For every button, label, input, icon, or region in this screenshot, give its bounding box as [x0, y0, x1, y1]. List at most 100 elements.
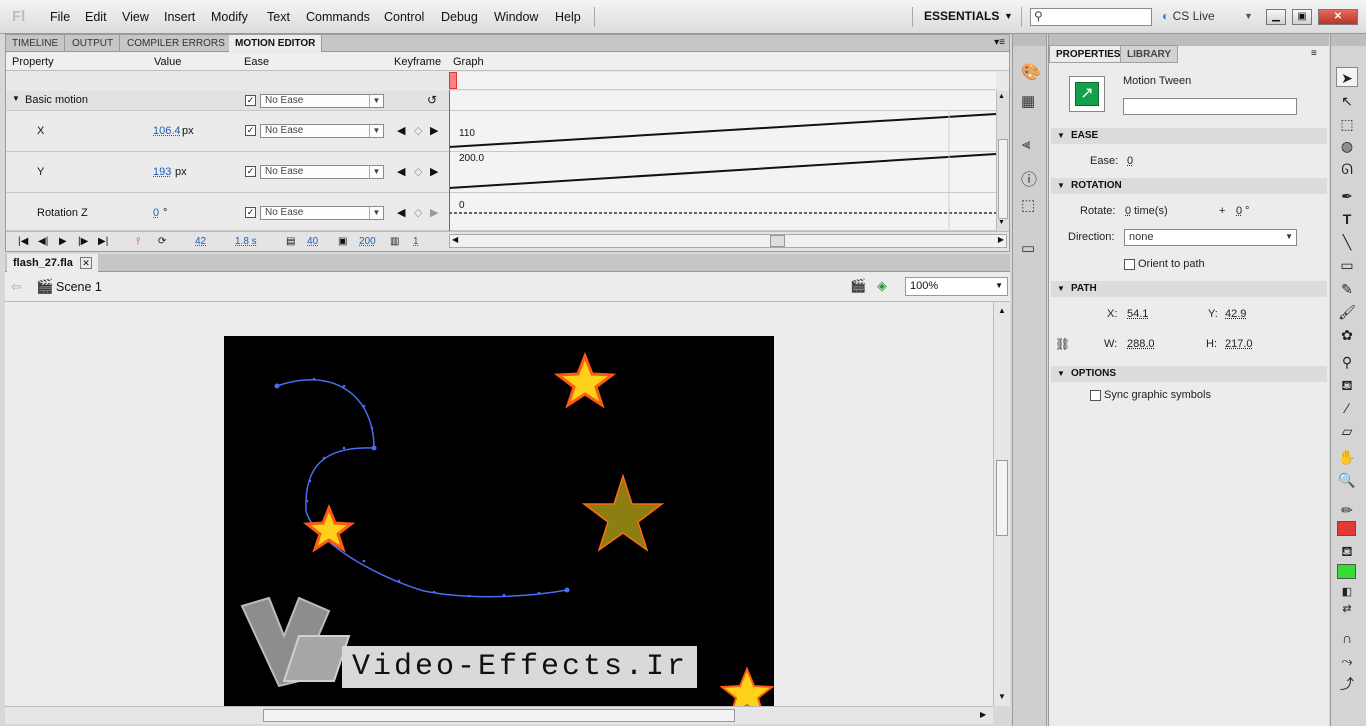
menu-commands[interactable]: Commands [306, 10, 370, 24]
pencil-tool-icon[interactable]: ✎ [1336, 279, 1358, 299]
edit-scene-icon[interactable]: 🎬 [850, 278, 866, 294]
fill-color-icon[interactable]: ⛾ [1336, 541, 1358, 561]
scroll-left-icon[interactable]: ◀ [452, 235, 458, 244]
close-button[interactable]: ✕ [1318, 9, 1358, 25]
color-swatches-icon[interactable]: 🎨 [1021, 62, 1041, 82]
tab-properties[interactable]: PROPERTIES [1049, 45, 1128, 63]
deco-tool-icon[interactable]: ✿ [1336, 325, 1358, 345]
expanded-graph-size[interactable]: 200 [359, 236, 376, 247]
chevron-down-icon[interactable]: ▼ [1004, 11, 1013, 21]
close-icon[interactable]: ✕ [79, 257, 92, 269]
tab-compiler-errors[interactable]: COMPILER ERRORS [121, 35, 232, 52]
play-icon[interactable]: ▶ [59, 236, 67, 247]
minimize-button[interactable]: ▁ [1266, 9, 1286, 25]
menu-control[interactable]: Control [384, 10, 424, 24]
tab-library[interactable]: LIBRARY [1120, 45, 1179, 63]
tab-timeline[interactable]: TIMELINE [6, 35, 66, 52]
add-keyframe-icon[interactable]: ◇ [414, 124, 422, 137]
subselection-tool-icon[interactable]: ↖ [1336, 91, 1358, 111]
ease-dropdown[interactable]: No Ease ▼ [260, 94, 384, 108]
prev-keyframe-icon[interactable]: ◀ [397, 206, 405, 219]
cs-live-button[interactable]: ◐ CS Live [1162, 9, 1215, 23]
link-icon[interactable]: ⛓ [1055, 337, 1070, 351]
line-tool-icon[interactable]: ╲ [1336, 232, 1358, 252]
next-keyframe-icon[interactable]: ▶ [430, 206, 438, 219]
scroll-right-icon[interactable]: ▶ [998, 235, 1004, 244]
scroll-right-icon[interactable]: ▶ [980, 710, 986, 719]
components-icon[interactable]: ▭ [1021, 239, 1035, 257]
prev-keyframe-icon[interactable]: ◀ [397, 165, 405, 178]
rotate-degrees[interactable]: 0 [1236, 205, 1242, 217]
search-input[interactable]: ⚲ [1030, 8, 1152, 26]
graph-horizontal-scrollbar[interactable]: ◀ ▶ [449, 234, 1007, 248]
back-arrow-icon[interactable]: ⇦ [11, 279, 22, 295]
next-keyframe-icon[interactable]: ▶ [430, 124, 438, 137]
orient-to-path-checkbox[interactable] [1124, 259, 1135, 270]
path-x-value[interactable]: 54.1 [1127, 308, 1148, 320]
scroll-thumb[interactable] [996, 460, 1008, 536]
menu-help[interactable]: Help [555, 10, 581, 24]
loop-icon[interactable]: ⟳ [158, 236, 166, 247]
add-keyframe-icon[interactable]: ◇ [414, 206, 422, 219]
rectangle-tool-icon[interactable]: ▭ [1336, 255, 1358, 275]
path-y-value[interactable]: 42.9 [1225, 308, 1246, 320]
ease-checkbox[interactable]: ✓ [245, 166, 256, 177]
go-first-frame-icon[interactable]: |◀ [18, 236, 28, 247]
menu-debug[interactable]: Debug [441, 10, 478, 24]
graph-ruler[interactable] [449, 72, 996, 90]
free-transform-tool-icon[interactable]: ⬚ [1336, 114, 1358, 134]
workspace-switcher[interactable]: ESSENTIALS [924, 9, 999, 23]
ease-dropdown[interactable]: No Ease ▼ [260, 165, 384, 179]
zoom-tool-icon[interactable]: 🔍 [1336, 470, 1358, 490]
lasso-tool-icon[interactable]: ᘏ [1336, 159, 1358, 179]
scroll-down-icon[interactable]: ▼ [998, 219, 1005, 226]
go-last-frame-icon[interactable]: ▶| [98, 236, 108, 247]
section-path[interactable]: ▼ PATH [1051, 281, 1327, 297]
graph-vertical-scrollbar[interactable]: ▲ ▼ [996, 91, 1009, 231]
playhead-handle[interactable] [449, 72, 457, 89]
path-h-value[interactable]: 217.0 [1225, 338, 1253, 350]
swatches-grid-icon[interactable]: ▦ [1021, 92, 1035, 110]
ease-dropdown[interactable]: No Ease ▼ [260, 124, 384, 138]
viewable-frames[interactable]: 1 [413, 236, 419, 247]
direction-dropdown[interactable]: none ▼ [1124, 229, 1297, 246]
menu-edit[interactable]: Edit [85, 10, 107, 24]
menu-view[interactable]: View [122, 10, 149, 24]
elapsed-time[interactable]: 1.8 s [235, 236, 257, 247]
brush-tool-icon[interactable]: 🖌 [1336, 302, 1358, 322]
panel-menu-icon[interactable]: ≡ [1311, 48, 1317, 59]
tab-motion-editor[interactable]: MOTION EDITOR [229, 35, 323, 52]
basic-motion-group[interactable]: ▼ Basic motion ✓ No Ease ▼ ↺ [6, 91, 996, 111]
info-icon[interactable]: ⓘ [1021, 166, 1037, 190]
stroke-color-swatch[interactable] [1337, 521, 1356, 536]
step-back-icon[interactable]: ◀| [38, 236, 48, 247]
reset-values-icon[interactable]: ↺ [427, 93, 437, 107]
property-value[interactable]: 106.4 [153, 125, 181, 137]
swap-colors-icon[interactable]: ⇄ [1336, 599, 1358, 619]
path-w-value[interactable]: 288.0 [1127, 338, 1155, 350]
graph-size[interactable]: 40 [307, 236, 318, 247]
menu-text[interactable]: Text [267, 10, 290, 24]
chevron-down-icon[interactable]: ▼ [12, 94, 20, 103]
menu-insert[interactable]: Insert [164, 10, 195, 24]
graph-cell[interactable]: 0 [449, 193, 996, 230]
graph-cell[interactable]: 110 [449, 111, 996, 151]
current-frame[interactable]: 42 [195, 236, 206, 247]
section-ease[interactable]: ▼ EASE [1051, 128, 1327, 144]
rotate-times[interactable]: 0 [1125, 205, 1131, 217]
scroll-thumb[interactable] [263, 709, 735, 722]
add-keyframe-icon[interactable]: ◇ [414, 165, 422, 178]
zoom-dropdown[interactable]: 100% ▼ [905, 277, 1008, 296]
stage-vertical-scrollbar[interactable]: ▲ ▼ [993, 302, 1010, 706]
next-keyframe-icon[interactable]: ▶ [430, 165, 438, 178]
scroll-thumb[interactable] [998, 139, 1008, 219]
document-tab[interactable]: flash_27.fla ✕ [7, 254, 98, 272]
panel-menu-icon[interactable]: ▾≡ [994, 37, 1005, 48]
selection-tool-icon[interactable]: ➤ [1336, 67, 1358, 87]
prev-keyframe-icon[interactable]: ◀ [397, 124, 405, 137]
edit-symbols-icon[interactable]: ◈ [877, 278, 887, 294]
chevron-down-icon[interactable]: ▼ [1244, 11, 1253, 21]
scroll-up-icon[interactable]: ▲ [998, 306, 1006, 315]
maximize-button[interactable]: ▣ [1292, 9, 1312, 25]
property-value[interactable]: 0 [153, 207, 159, 219]
